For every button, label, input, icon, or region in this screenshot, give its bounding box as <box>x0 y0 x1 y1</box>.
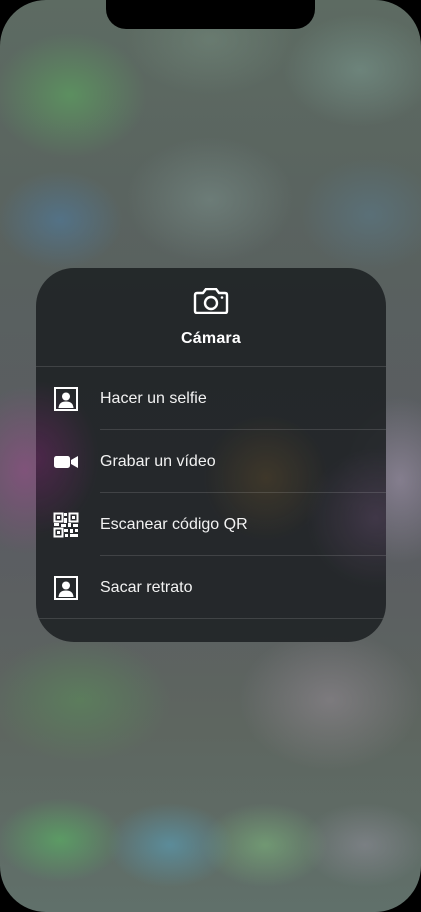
action-label: Escanear código QR <box>100 515 248 533</box>
action-label: Grabar un vídeo <box>100 452 216 470</box>
portrait-icon <box>54 575 78 600</box>
action-label: Hacer un selfie <box>100 389 207 407</box>
menu-title: Cámara <box>181 330 241 347</box>
video-camera-icon <box>54 455 78 468</box>
portrait-icon <box>54 386 78 411</box>
action-record-video[interactable]: Grabar un vídeo <box>36 430 386 493</box>
home-screen: Cámara Hacer un selfie Grabar un vídeo E… <box>0 0 421 912</box>
notch <box>106 0 315 29</box>
action-label: Sacar retrato <box>100 578 193 596</box>
quick-actions-menu: Cámara Hacer un selfie Grabar un vídeo E… <box>36 268 386 642</box>
qr-code-icon <box>53 512 79 537</box>
action-take-selfie[interactable]: Hacer un selfie <box>36 367 386 430</box>
menu-header: Cámara <box>36 268 386 367</box>
camera-icon <box>193 288 229 314</box>
action-scan-qr[interactable]: Escanear código QR <box>36 493 386 556</box>
divider <box>36 618 386 619</box>
action-take-portrait[interactable]: Sacar retrato <box>36 556 386 619</box>
